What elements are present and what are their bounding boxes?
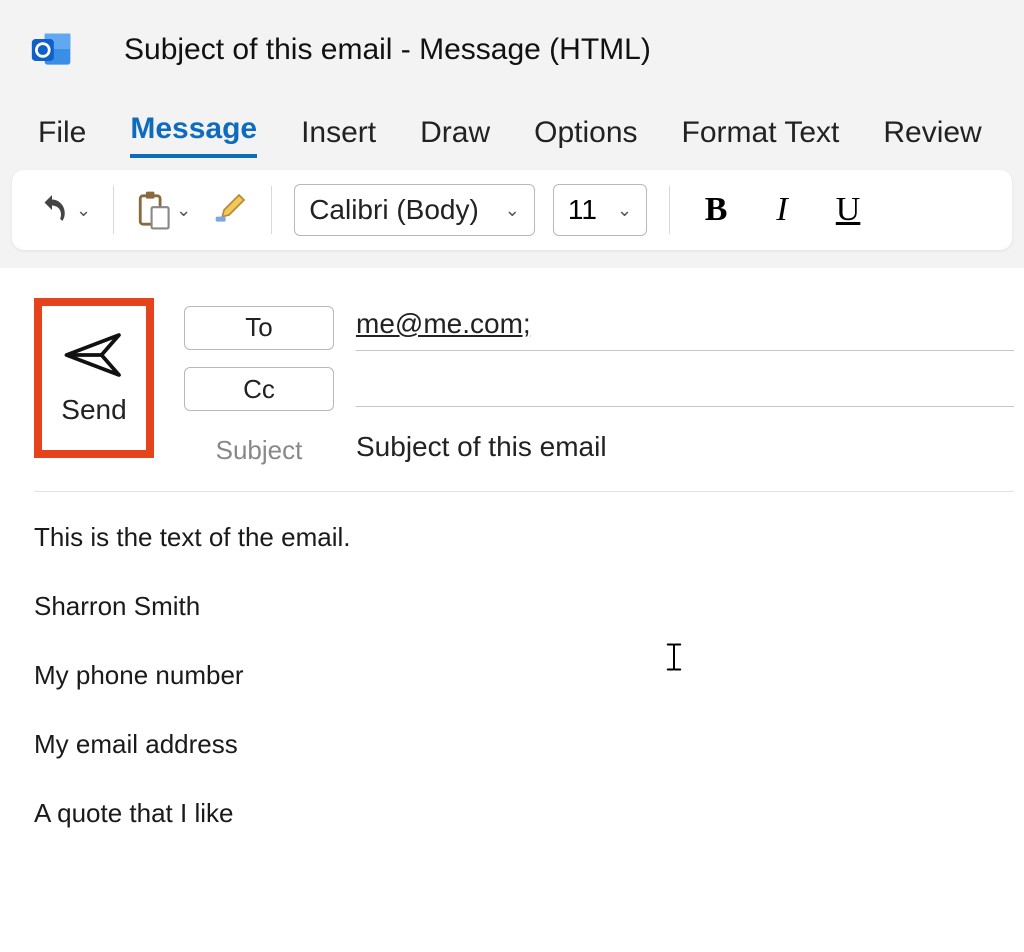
tab-message[interactable]: Message bbox=[130, 112, 257, 158]
send-button[interactable]: Send bbox=[34, 298, 154, 458]
tab-draw[interactable]: Draw bbox=[420, 116, 490, 158]
compose-area: Send To me@me.com; Cc Subject Subject of… bbox=[0, 268, 1024, 952]
window-title: Subject of this email - Message (HTML) bbox=[124, 33, 651, 67]
toolbar-container: ⌄ ⌄ Calibri (Body) ⌄ 11 ⌄ B I bbox=[0, 158, 1024, 268]
toolbar: ⌄ ⌄ Calibri (Body) ⌄ 11 ⌄ B I bbox=[12, 170, 1012, 250]
format-painter-button[interactable] bbox=[209, 190, 249, 230]
subject-label: Subject bbox=[184, 435, 334, 466]
subject-row: Subject Subject of this email bbox=[184, 427, 1014, 473]
outlook-icon bbox=[30, 28, 74, 72]
chevron-down-icon: ⌄ bbox=[176, 200, 191, 221]
cc-row: Cc bbox=[184, 367, 1014, 411]
bold-button[interactable]: B bbox=[692, 191, 740, 229]
to-field[interactable]: me@me.com; bbox=[356, 304, 1014, 351]
cc-field[interactable] bbox=[356, 371, 1014, 407]
send-label: Send bbox=[61, 394, 126, 426]
subject-field[interactable]: Subject of this email bbox=[356, 427, 1014, 473]
ribbon-tabs: File Message Insert Draw Options Format … bbox=[0, 100, 1024, 158]
undo-button[interactable]: ⌄ bbox=[34, 192, 91, 228]
signature-line: My email address bbox=[34, 727, 1014, 762]
signature-line: Sharron Smith bbox=[34, 589, 1014, 624]
paper-plane-icon bbox=[64, 330, 124, 380]
tab-insert[interactable]: Insert bbox=[301, 116, 376, 158]
cc-button[interactable]: Cc bbox=[184, 367, 334, 411]
compose-header: Send To me@me.com; Cc Subject Subject of… bbox=[34, 298, 1014, 492]
recipient-chip[interactable]: me@me.com; bbox=[356, 308, 531, 339]
message-body[interactable]: This is the text of the email. Sharron S… bbox=[34, 492, 1014, 952]
to-button[interactable]: To bbox=[184, 306, 334, 350]
tab-file[interactable]: File bbox=[38, 116, 86, 158]
font-family-value: Calibri (Body) bbox=[309, 194, 479, 226]
italic-button[interactable]: I bbox=[758, 191, 806, 229]
to-row: To me@me.com; bbox=[184, 304, 1014, 351]
tab-format-text[interactable]: Format Text bbox=[682, 116, 840, 158]
signature-line: A quote that I like bbox=[34, 796, 1014, 831]
body-line: This is the text of the email. bbox=[34, 520, 1014, 555]
tab-review[interactable]: Review bbox=[883, 116, 981, 158]
underline-button[interactable]: U bbox=[824, 191, 872, 229]
title-bar: Subject of this email - Message (HTML) bbox=[0, 0, 1024, 100]
font-size-select[interactable]: 11 ⌄ bbox=[553, 184, 647, 236]
font-size-value: 11 bbox=[568, 194, 597, 226]
separator bbox=[669, 186, 670, 234]
separator bbox=[271, 186, 272, 234]
separator bbox=[113, 186, 114, 234]
chevron-down-icon: ⌄ bbox=[505, 200, 520, 221]
tab-options[interactable]: Options bbox=[534, 116, 637, 158]
paste-button[interactable]: ⌄ bbox=[136, 190, 191, 230]
chevron-down-icon: ⌄ bbox=[76, 200, 91, 221]
signature-line: My phone number bbox=[34, 658, 1014, 693]
font-family-select[interactable]: Calibri (Body) ⌄ bbox=[294, 184, 535, 236]
chevron-down-icon: ⌄ bbox=[617, 200, 632, 221]
header-fields: To me@me.com; Cc Subject Subject of this… bbox=[184, 298, 1014, 473]
